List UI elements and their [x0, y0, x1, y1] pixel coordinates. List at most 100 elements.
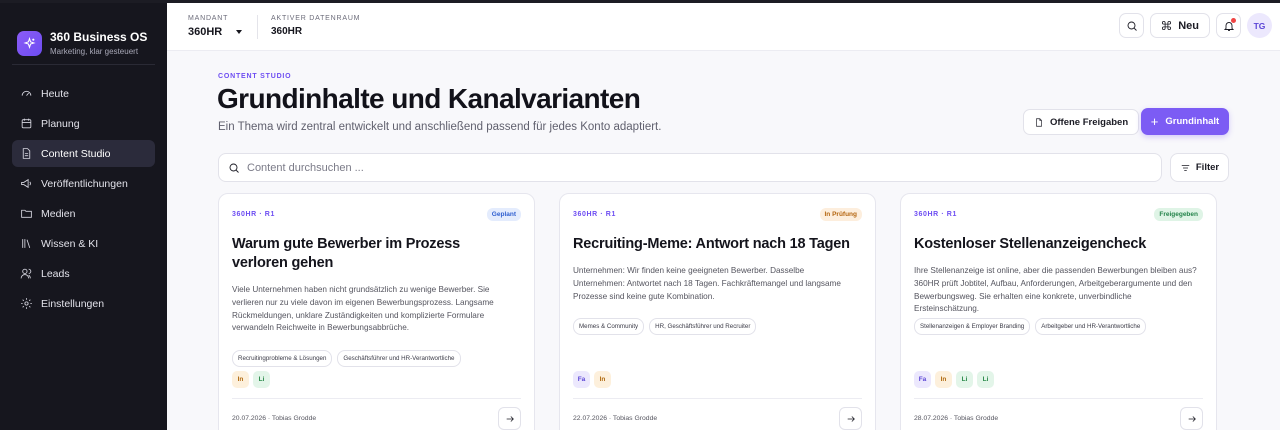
- content-card[interactable]: 360HR · R1 Freigegeben Kostenloser Stell…: [900, 193, 1217, 430]
- sidebar-item-leads[interactable]: Leads: [12, 260, 155, 287]
- search-icon: [229, 163, 239, 173]
- avatar[interactable]: TG: [1247, 13, 1272, 38]
- card-title: Recruiting-Meme: Antwort nach 18 Tagen: [573, 236, 850, 252]
- brand-subtitle: Marketing, klar gesteuert: [50, 46, 139, 56]
- search-button[interactable]: [1119, 13, 1145, 38]
- card-tags: Recruitingprobleme & Lösungen Geschäftsf…: [232, 350, 521, 367]
- tag[interactable]: HR, Geschäftsführer und Recruiter: [649, 318, 757, 335]
- sidebar-item-label: Medien: [41, 207, 76, 220]
- create-base-content-label: Grundinhalt: [1165, 116, 1220, 127]
- mandant-value: 360HR: [188, 26, 223, 38]
- tag[interactable]: Memes & Community: [573, 318, 645, 335]
- filter-label: Filter: [1195, 162, 1220, 173]
- facebook-channel-badge: Fa: [573, 371, 590, 388]
- folder-icon: [20, 207, 33, 220]
- status-badge: Geplant: [486, 208, 521, 221]
- card-title: Kostenloser Stellenanzeigencheck: [914, 236, 1147, 252]
- datenraum-label: Aktiver Datenraum: [271, 15, 361, 22]
- status-badge: Freigegeben: [1154, 208, 1203, 221]
- card-body: Viele Unternehmen haben nicht grundsätzl…: [232, 285, 494, 333]
- megaphone-icon: [20, 177, 33, 190]
- status-badge: In Prüfung: [819, 208, 862, 221]
- page-subtitle: Ein Thema wird zentral entwickelt und an…: [218, 121, 662, 133]
- sidebar-item-label: Einstellungen: [41, 297, 105, 310]
- page-eyebrow: Content Studio: [218, 73, 292, 80]
- card-footer: 28.07.2026 · Tobias Grodde: [914, 398, 1203, 430]
- create-base-content-button[interactable]: + Grundinhalt: [1141, 108, 1229, 135]
- mandant-label: Mandant: [188, 15, 229, 22]
- open-card-button[interactable]: [839, 407, 862, 430]
- datenraum-value: 360HR: [271, 26, 303, 37]
- page-title: Grundinhalte und Kanalvarianten: [217, 83, 641, 114]
- chevron-down-icon: [236, 30, 243, 34]
- instagram-channel-badge: In: [935, 371, 952, 388]
- tag[interactable]: Recruitingprobleme & Lösungen: [232, 350, 333, 367]
- mandant-selector[interactable]: Mandant 360HR: [188, 15, 243, 38]
- sidebar-item-wissen-ki[interactable]: Wissen & KI: [12, 230, 155, 257]
- sidebar-item-veroeffentlichungen[interactable]: Veröffentlichungen: [12, 170, 155, 197]
- brand-title: 360 Business OS: [50, 29, 148, 44]
- tag[interactable]: Geschäftsführer und HR-Verantwortliche: [337, 350, 461, 367]
- notification-dot: [1231, 18, 1236, 23]
- content-card[interactable]: 360HR · R1 Geplant Warum gute Bewerber i…: [218, 193, 535, 430]
- linkedin-channel-badge: Li: [977, 371, 994, 388]
- channel-list: In Li: [232, 371, 274, 388]
- channel-list: Fa In: [573, 371, 615, 388]
- search-icon: [1127, 21, 1137, 31]
- calendar-icon: [20, 117, 33, 130]
- sidebar-item-medien[interactable]: Medien: [12, 200, 155, 227]
- arrow-right-icon: [1188, 415, 1196, 422]
- document-icon: [20, 147, 33, 160]
- card-meta: 360HR · R1: [573, 211, 616, 218]
- arrow-right-icon: [506, 415, 514, 422]
- open-releases-button[interactable]: Offene Freigaben: [1023, 109, 1140, 135]
- card-body: Ihre Stellenanzeige ist online, aber die…: [914, 266, 1197, 314]
- header-actions: Neu TG: [1113, 13, 1272, 38]
- sidebar-item-label: Planung: [41, 117, 80, 130]
- filter-button[interactable]: Filter: [1170, 153, 1229, 182]
- open-card-button[interactable]: [1180, 407, 1203, 430]
- top-header: Mandant 360HR Aktiver Datenraum 360HR Ne…: [167, 3, 1280, 51]
- card-date-author: 20.07.2026 · Tobias Grodde: [232, 415, 317, 422]
- sidebar-item-planung[interactable]: Planung: [12, 110, 155, 137]
- sidebar-item-einstellungen[interactable]: Einstellungen: [12, 290, 155, 317]
- sidebar-item-label: Veröffentlichungen: [41, 177, 128, 190]
- card-tags: Stellenanzeigen & Employer Branding Arbe…: [914, 318, 1203, 335]
- linkedin-channel-badge: Li: [956, 371, 973, 388]
- command-icon: [1162, 20, 1172, 31]
- open-card-button[interactable]: [498, 407, 521, 430]
- users-icon: [20, 267, 33, 280]
- notifications-button[interactable]: [1216, 13, 1241, 38]
- tag[interactable]: Stellenanzeigen & Employer Branding: [914, 318, 1031, 335]
- card-meta: 360HR · R1: [914, 211, 957, 218]
- sidebar-item-label: Wissen & KI: [41, 237, 99, 250]
- instagram-channel-badge: In: [594, 371, 611, 388]
- card-date-author: 28.07.2026 · Tobias Grodde: [914, 415, 999, 422]
- content-card[interactable]: 360HR · R1 In Prüfung Recruiting-Meme: A…: [559, 193, 876, 430]
- new-button[interactable]: Neu: [1150, 13, 1210, 38]
- card-footer: 22.07.2026 · Tobias Grodde: [573, 398, 862, 430]
- filter-icon: [1181, 164, 1190, 171]
- library-icon: [20, 237, 33, 250]
- sparkle-logo-icon: [17, 30, 42, 56]
- brand[interactable]: 360 Business OS Marketing, klar gesteuer…: [0, 3, 167, 64]
- sidebar-nav: Heute Planung Content Studio Veröffentli…: [0, 65, 167, 317]
- header-divider: [257, 15, 258, 39]
- search-input[interactable]: [247, 161, 1147, 174]
- facebook-channel-badge: Fa: [914, 371, 931, 388]
- tag[interactable]: Arbeitgeber und HR-Verantwortliche: [1035, 318, 1147, 335]
- card-date-author: 22.07.2026 · Tobias Grodde: [573, 415, 658, 422]
- instagram-channel-badge: In: [232, 371, 249, 388]
- sidebar-item-heute[interactable]: Heute: [12, 80, 155, 107]
- linkedin-channel-badge: Li: [253, 371, 270, 388]
- document-icon: [1036, 117, 1042, 127]
- card-body: Unternehmen: Wir finden keine geeigneten…: [573, 266, 841, 301]
- gear-icon: [20, 297, 33, 310]
- plus-icon: +: [1150, 114, 1159, 129]
- card-title: Warum gute Bewerber im Prozess verloren …: [232, 236, 460, 271]
- sidebar-item-content-studio[interactable]: Content Studio: [12, 140, 155, 167]
- sidebar-item-label: Content Studio: [41, 147, 111, 160]
- new-button-label: Neu: [1178, 19, 1199, 32]
- gauge-icon: [20, 87, 33, 100]
- arrow-right-icon: [847, 415, 855, 422]
